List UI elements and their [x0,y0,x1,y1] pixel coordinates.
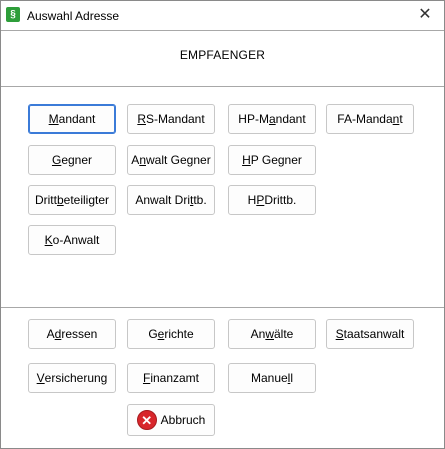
title-bar: § Auswahl Adresse ✕ [1,1,444,30]
anwalt-drittb-button[interactable]: Anwalt Dri t tb. [127,185,215,215]
ko-anwalt-button[interactable]: Ko-Anwalt [28,225,116,255]
hp-drittb-button[interactable]: HP Drittb. [228,185,316,215]
title-divider [1,30,444,31]
anwaelte-button[interactable]: An w älte [228,319,316,349]
cancel-label: Abbruch [160,413,206,427]
drittbeteiligter-button[interactable]: Dritt b eteiligter [28,185,116,215]
adressen-button[interactable]: Ad ressen [28,319,116,349]
fa-mandant-button[interactable]: FA-Manda n t [326,104,414,134]
manuell-button[interactable]: Manue l l [228,363,316,393]
rs-mandant-button[interactable]: R S-Mandant [127,104,215,134]
hp-mandant-button[interactable]: HP-M a ndant [228,104,316,134]
gegner-button[interactable]: Gegner [28,145,116,175]
versicherung-button[interactable]: Versicherung [28,363,116,393]
app-paragraph-icon: § [6,7,20,22]
gerichte-button[interactable]: Ge richte [127,319,215,349]
anwalt-gegner-button[interactable]: An walt Gegner [127,145,215,175]
section-heading: EMPFAENGER [179,48,266,62]
cancel-button[interactable]: ✕ Abbruch [127,404,215,436]
hp-gegner-button[interactable]: HP Gegner [228,145,316,175]
close-button[interactable]: ✕ [413,5,437,25]
close-icon: ✕ [418,6,432,23]
finanzamt-button[interactable]: Finanzamt [127,363,215,393]
staatsanwalt-button[interactable]: Staatsanwalt [326,319,414,349]
heading-divider [1,86,444,87]
dialog-window: § Auswahl Adresse ✕ EMPFAENGER Mandant R… [0,0,445,449]
section-divider [1,307,444,308]
window-title: Auswahl Adresse [27,9,120,23]
mandant-button[interactable]: Mandant [28,104,116,134]
cancel-icon: ✕ [136,410,157,430]
